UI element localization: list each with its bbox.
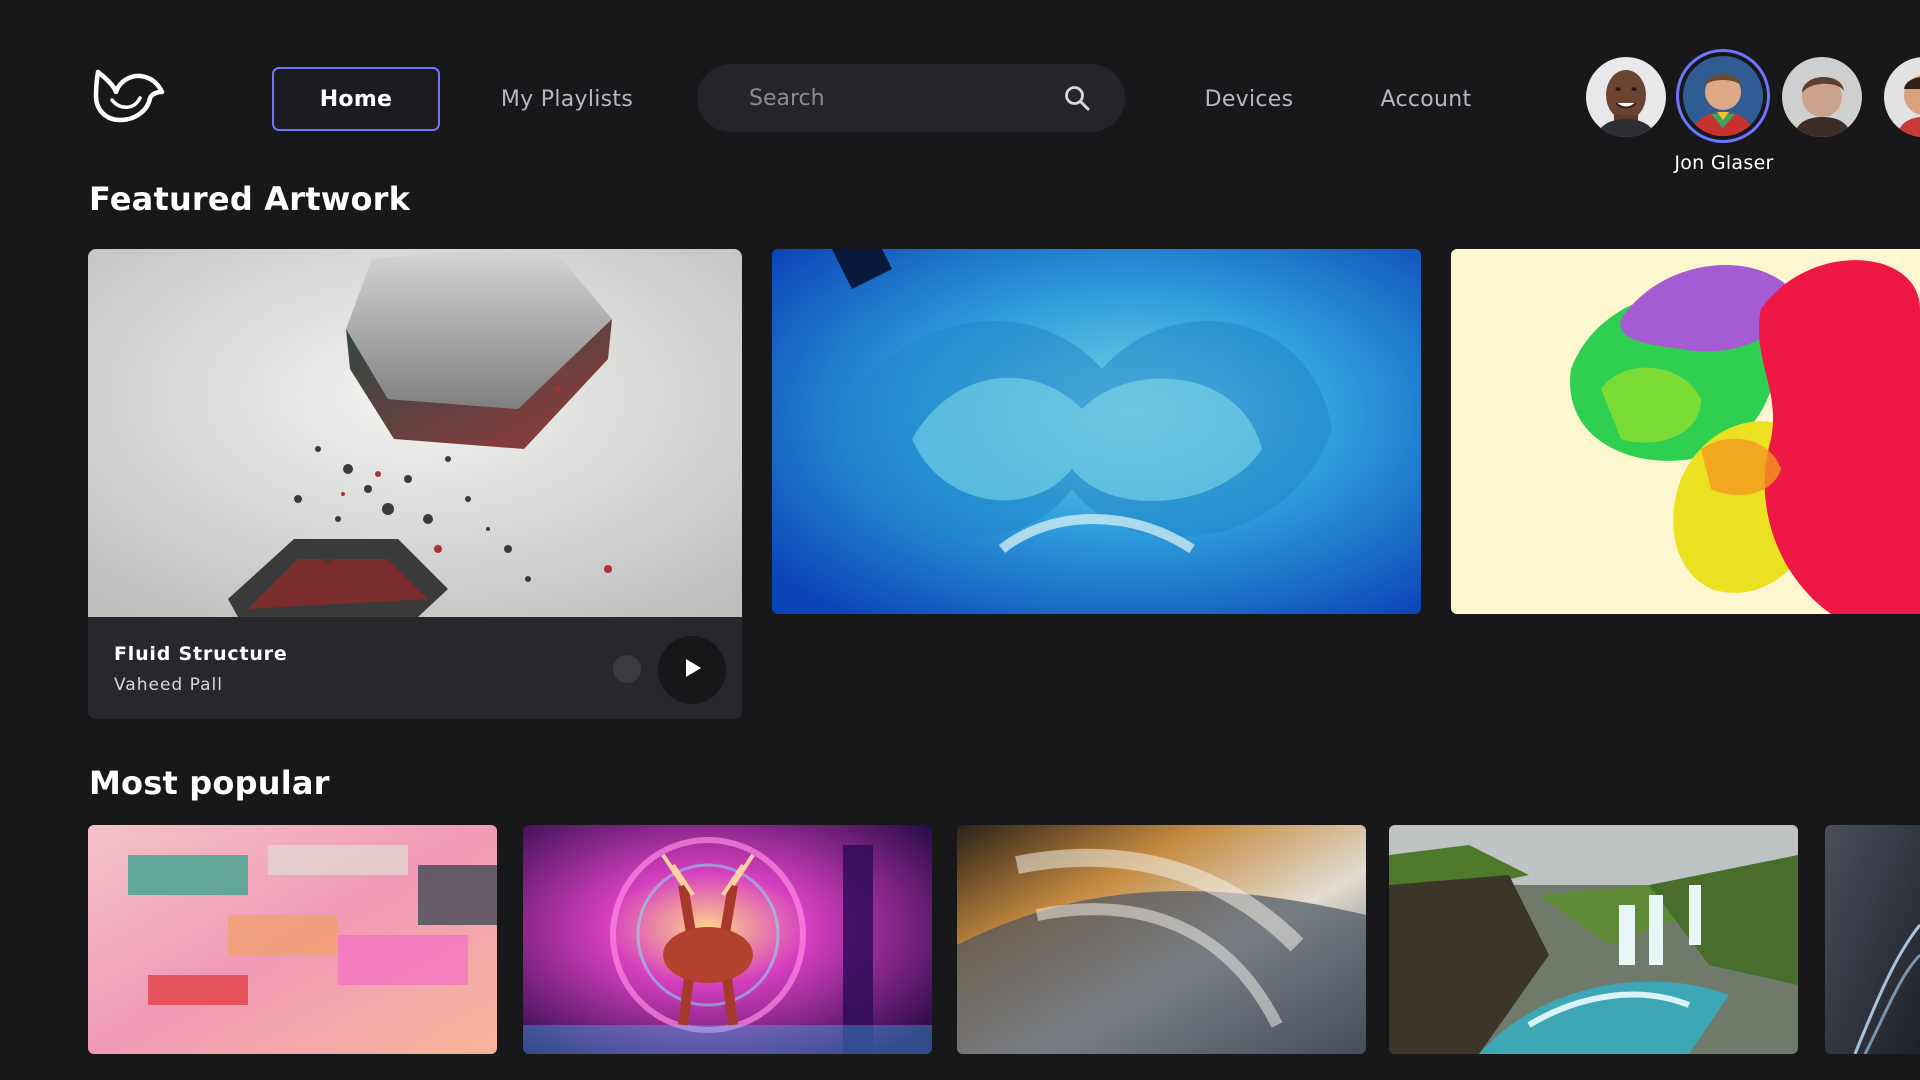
bird-logo-icon[interactable] [90, 66, 166, 126]
popular-card[interactable] [1389, 825, 1798, 1054]
profile-avatar[interactable] [1586, 57, 1666, 137]
nav-account-button[interactable]: Account [1370, 67, 1482, 131]
featured-section-title: Featured Artwork [89, 180, 411, 218]
app-screen: Home My Playlists Devices Account [0, 0, 1920, 1080]
profile-avatar-active[interactable] [1676, 49, 1770, 143]
featured-card[interactable] [1451, 249, 1920, 614]
search-input[interactable] [747, 84, 1063, 112]
nav-home-button[interactable]: Home [272, 67, 440, 131]
popular-card[interactable] [1825, 825, 1920, 1054]
search-icon[interactable] [1063, 84, 1091, 112]
active-profile-name: Jon Glaser [1674, 152, 1774, 174]
featured-card[interactable] [772, 249, 1421, 614]
play-button[interactable] [658, 636, 726, 704]
popular-section-title: Most popular [89, 764, 330, 802]
featured-card-info: Fluid Structure Vaheed Pall [88, 617, 742, 719]
artwork-artist: Vaheed Pall [114, 675, 223, 695]
featured-card[interactable]: Fluid Structure Vaheed Pall [88, 249, 742, 719]
play-icon [680, 656, 704, 684]
popular-card[interactable] [88, 825, 497, 1054]
profile-avatar[interactable] [1884, 57, 1920, 137]
profile-avatar[interactable] [1782, 57, 1862, 137]
artwork-title: Fluid Structure [114, 643, 288, 665]
search-bar[interactable] [697, 64, 1125, 132]
popular-card[interactable] [957, 825, 1366, 1054]
artwork-image [88, 249, 742, 617]
nav-my-playlists-button[interactable]: My Playlists [484, 67, 650, 131]
nav-devices-button[interactable]: Devices [1190, 67, 1308, 131]
popular-card[interactable] [523, 825, 932, 1054]
favorite-toggle[interactable] [613, 655, 641, 683]
